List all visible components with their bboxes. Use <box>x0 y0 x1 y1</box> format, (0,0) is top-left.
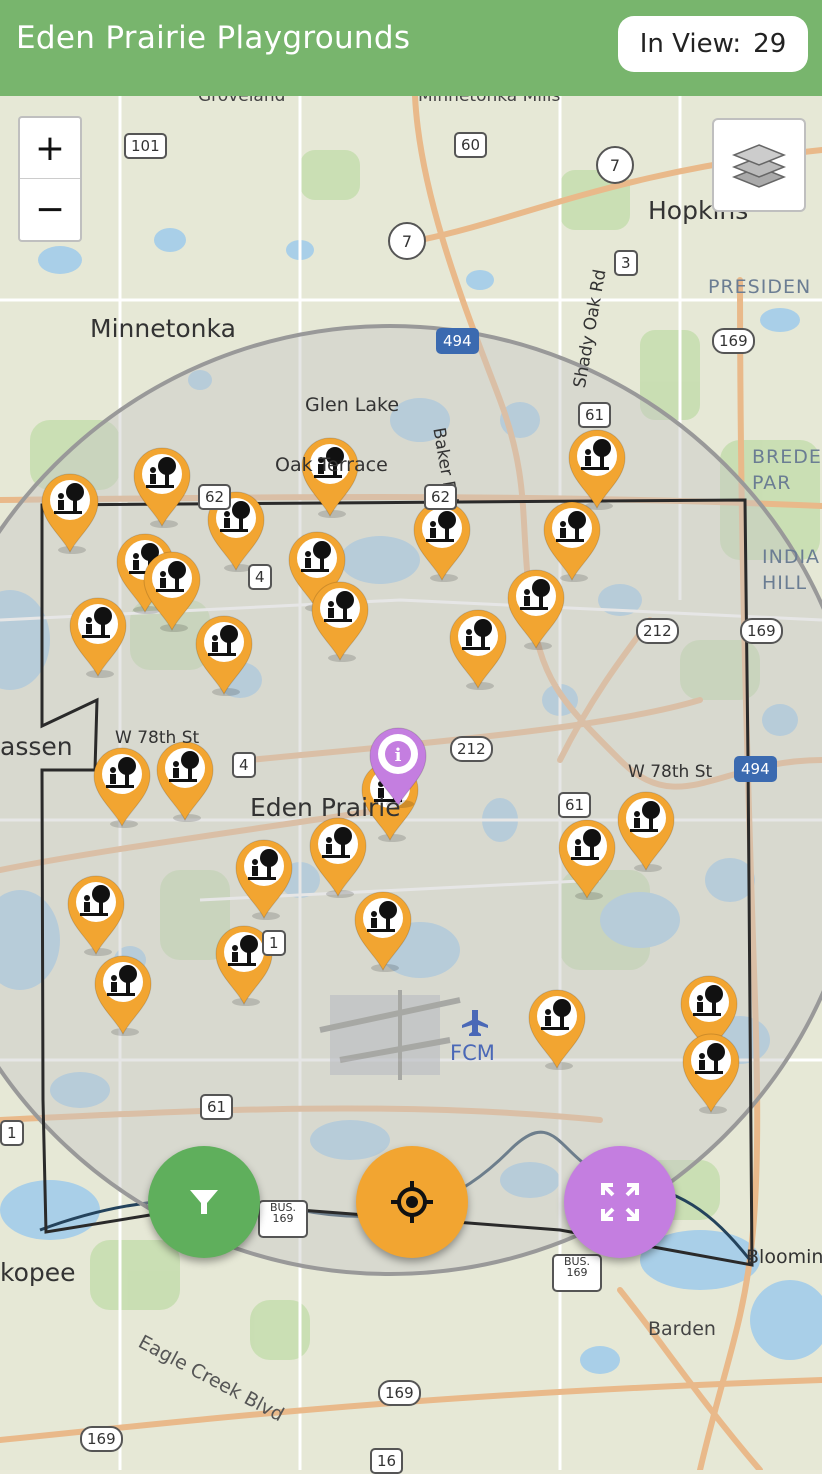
basemap[interactable]: i <box>0 96 822 1470</box>
shield-61-north: 61 <box>578 402 612 428</box>
shield-169-east: 169 <box>740 618 783 644</box>
shield-4-north: 4 <box>248 564 272 590</box>
in-view-count-badge: In View: 29 <box>618 16 808 72</box>
in-view-label: In View: <box>639 29 742 59</box>
shield-62-east: 62 <box>424 484 458 510</box>
zoom-out-button[interactable]: − <box>20 179 80 239</box>
shield-1-west: 1 <box>0 1120 24 1146</box>
crosshair-icon <box>391 1181 433 1223</box>
filter-button[interactable] <box>148 1146 260 1258</box>
zoom-in-button[interactable]: + <box>20 118 80 178</box>
shield-7b: 7 <box>388 222 426 260</box>
shield-61-center: 61 <box>558 792 592 818</box>
shield-101: 101 <box>124 133 167 159</box>
shield-bus-169-west: BUS. 169 <box>258 1200 308 1238</box>
zoom-control: + − <box>18 116 82 242</box>
shield-494: 494 <box>436 328 479 354</box>
map-canvas[interactable]: i Minnetonka Hopkins Glen Lake Oak Terra… <box>0 86 822 1474</box>
info-marker-icon: i <box>395 745 402 766</box>
shield-bus-169-east: BUS. 169 <box>552 1254 602 1292</box>
shield-16: 16 <box>370 1448 404 1474</box>
app-title: Eden Prairie Playgrounds <box>16 20 411 56</box>
shield-60: 60 <box>454 132 488 158</box>
shield-494-south: 494 <box>734 756 777 782</box>
in-view-count: 29 <box>753 29 787 59</box>
shield-212-center: 212 <box>450 736 493 762</box>
fit-bounds-button[interactable] <box>564 1146 676 1258</box>
locate-me-button[interactable] <box>356 1146 468 1258</box>
airport <box>319 990 461 1080</box>
filter-icon <box>190 1190 218 1214</box>
layers-icon <box>731 144 787 188</box>
shield-169-south: 169 <box>378 1380 421 1406</box>
shield-1: 1 <box>262 930 286 956</box>
shield-4-south: 4 <box>232 752 256 778</box>
shield-62-west: 62 <box>198 484 232 510</box>
shield-61-south: 61 <box>200 1094 234 1120</box>
shield-3: 3 <box>614 250 638 276</box>
app-header: Eden Prairie Playgrounds In View: 29 <box>0 0 822 96</box>
layers-button[interactable] <box>712 118 806 212</box>
zoom-minus-icon: − <box>34 188 66 230</box>
shield-212-east: 212 <box>636 618 679 644</box>
shield-7a: 7 <box>596 146 634 184</box>
expand-icon <box>601 1183 639 1221</box>
shield-169-southwest: 169 <box>80 1426 123 1452</box>
zoom-plus-icon: + <box>34 127 66 169</box>
shield-169-north: 169 <box>712 328 755 354</box>
